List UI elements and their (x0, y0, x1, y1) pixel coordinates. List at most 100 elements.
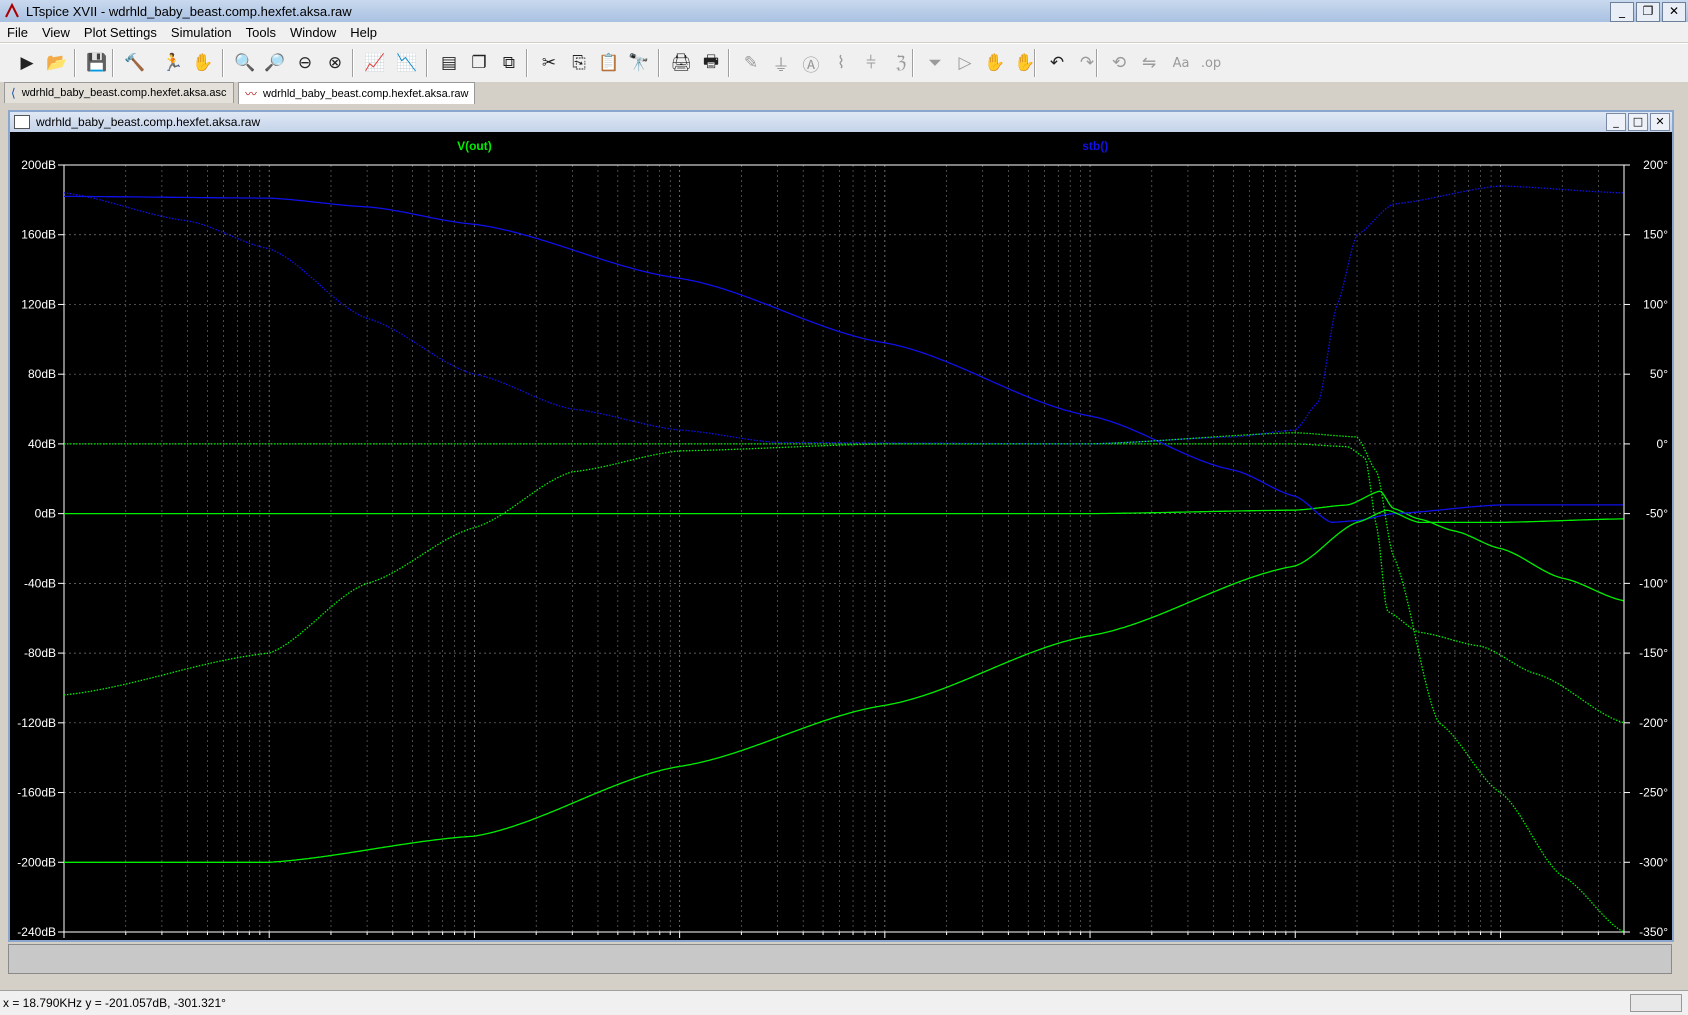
close-button[interactable]: ✕ (1662, 2, 1686, 22)
menu-help[interactable]: Help (343, 25, 384, 40)
wire-icon[interactable]: ✎ (738, 50, 764, 76)
spice-directive-icon[interactable]: .op (1198, 50, 1224, 76)
app-title-bar: LTspice XVII - wdrhld_baby_beast.comp.he… (0, 0, 1688, 23)
label-icon[interactable]: Ⓐ (798, 50, 824, 76)
plot-close-button[interactable]: ✕ (1650, 113, 1670, 131)
run-icon[interactable]: ▶ (14, 50, 40, 76)
waveform-window-title-bar: wdrhld_baby_beast.comp.hexfet.aksa.raw _… (10, 112, 1672, 132)
toolbar-separator (1034, 49, 1036, 77)
print-icon[interactable]: 🖶 (698, 50, 724, 76)
cursor-readout: x = 18.790KHz y = -201.057dB, -301.321° (3, 996, 226, 1010)
y-left-tick-label: 80dB (28, 367, 56, 381)
y-left-tick-label: 200dB (21, 158, 56, 172)
y-right-tick-label: -300° (1639, 855, 1668, 869)
toolbar-separator (426, 49, 428, 77)
window-title: LTspice XVII - wdrhld_baby_beast.comp.he… (26, 3, 352, 19)
bode-plot[interactable]: 200dB 160dB 120dB 80dB 40dB 0dB -40dB -80dB -120… (10, 132, 1672, 940)
y-left-tick-label: -40dB (24, 576, 56, 590)
halt-icon[interactable]: 🏃 (160, 50, 186, 76)
minimize-button[interactable]: _ (1610, 2, 1634, 22)
component-icon[interactable]: ▷ (952, 50, 978, 76)
menu-view[interactable]: View (35, 25, 77, 40)
plot-maximize-button[interactable]: □ (1628, 113, 1648, 131)
cascade-icon[interactable]: ❐ (466, 50, 492, 76)
document-tabs: ⟨ wdrhld_baby_beast.comp.hexfet.aksa.asc… (0, 82, 1688, 104)
resistor-icon[interactable]: ⌇ (828, 50, 854, 76)
mirror-icon[interactable]: ⇋ (1136, 50, 1162, 76)
y-left-tick-label: 120dB (21, 297, 56, 311)
waveform-icon (14, 115, 30, 129)
y-left-tick-label: -160dB (17, 786, 56, 800)
y-left-tick-label: -200dB (17, 855, 56, 869)
move-icon[interactable]: ✋ (982, 50, 1008, 76)
waveform-window: wdrhld_baby_beast.comp.hexfet.aksa.raw _… (8, 110, 1674, 942)
plot-background (10, 132, 1672, 940)
toolbar-separator (1096, 49, 1098, 77)
plot-pane-strip[interactable] (8, 944, 1672, 974)
manual-limits-icon[interactable]: 📉 (394, 50, 420, 76)
rotate-icon[interactable]: ⟲ (1106, 50, 1132, 76)
y-right-tick-label: 150° (1643, 228, 1668, 242)
y-right-tick-label: 0° (1657, 437, 1669, 451)
y-right-tick-label: -350° (1639, 925, 1668, 939)
zoom-in-icon[interactable]: 🔍 (232, 50, 258, 76)
legend-stb: stb() (1082, 139, 1108, 153)
text-icon[interactable]: Aa (1168, 50, 1194, 76)
waveform-icon: 〰 (245, 87, 258, 101)
y-right-tick-label: -150° (1639, 646, 1668, 660)
menu-file[interactable]: File (0, 25, 35, 40)
pan-icon[interactable]: ✋ (190, 50, 216, 76)
zoom-cancel-icon[interactable]: ⊗ (322, 50, 348, 76)
ltspice-logo-icon (5, 3, 19, 18)
tab-label: wdrhld_baby_beast.comp.hexfet.aksa.raw (263, 87, 469, 100)
zoom-area-icon[interactable]: 🔎 (262, 50, 288, 76)
y-right-tick-label: -50° (1646, 507, 1668, 521)
toolbar-separator (112, 49, 114, 77)
waveform-window-title: wdrhld_baby_beast.comp.hexfet.aksa.raw (36, 115, 261, 129)
y-left-tick-label: 0dB (35, 507, 56, 521)
print-setup-icon[interactable]: 🖨 (668, 50, 694, 76)
y-left-tick-label: -120dB (17, 716, 56, 730)
y-right-tick-label: -250° (1639, 786, 1668, 800)
capacitor-icon[interactable]: ⫩ (858, 50, 884, 76)
tile-horizontal-icon[interactable]: ▤ (436, 50, 462, 76)
toolbar-separator (526, 49, 528, 77)
toolbar: ▶ 📂 💾 🔨 🏃 ✋ 🔍 🔎 ⊖ ⊗ 📈 📉 ▤ ❐ ⧉ ✂ ⎘ 📋 🔭 🖨 🖶 ✎ ⏚ Ⓐ ⌇ ⫩ ℨ ⏷ ▷ ✋ ✋ ↶ ↷ ⟲ ⇋ Aa .op (0, 43, 1688, 83)
menu-tools[interactable]: Tools (239, 25, 283, 40)
undo-icon[interactable]: ↶ (1044, 50, 1070, 76)
schematic-icon: ⟨ (11, 86, 16, 100)
save-icon[interactable]: 💾 (84, 50, 110, 76)
y-right-tick-label: 100° (1643, 297, 1668, 311)
status-panel (1630, 994, 1682, 1012)
ground-icon[interactable]: ⏚ (768, 50, 794, 76)
y-right-tick-label: -200° (1639, 716, 1668, 730)
menu-bar: File View Plot Settings Simulation Tools… (0, 22, 1688, 42)
control-panel-icon[interactable]: 🔨 (122, 50, 148, 76)
y-left-tick-label: 160dB (21, 228, 56, 242)
y-left-tick-label: 40dB (28, 437, 56, 451)
open-icon[interactable]: 📂 (44, 50, 70, 76)
autorange-icon[interactable]: 📈 (362, 50, 388, 76)
paste-icon[interactable]: 📋 (596, 50, 622, 76)
toolbar-separator (728, 49, 730, 77)
menu-window[interactable]: Window (283, 25, 343, 40)
tab-schematic[interactable]: ⟨ wdrhld_baby_beast.comp.hexfet.aksa.asc (4, 82, 234, 103)
menu-plot-settings[interactable]: Plot Settings (77, 25, 164, 40)
close-windows-icon[interactable]: ⧉ (496, 50, 522, 76)
zoom-out-icon[interactable]: ⊖ (292, 50, 318, 76)
tab-waveform[interactable]: 〰 wdrhld_baby_beast.comp.hexfet.aksa.raw (238, 82, 476, 104)
diode-icon[interactable]: ⏷ (922, 50, 948, 76)
restore-button[interactable]: ❐ (1636, 2, 1660, 22)
find-icon[interactable]: 🔭 (626, 50, 652, 76)
toolbar-separator (658, 49, 660, 77)
legend-vout: V(out) (457, 139, 492, 153)
cut-icon[interactable]: ✂ (536, 50, 562, 76)
y-left-tick-label: -240dB (17, 925, 56, 939)
toolbar-separator (74, 49, 76, 77)
menu-simulation[interactable]: Simulation (164, 25, 239, 40)
y-right-tick-label: -100° (1639, 576, 1668, 590)
toolbar-separator (912, 49, 914, 77)
plot-minimize-button[interactable]: _ (1606, 113, 1626, 131)
copy-icon[interactable]: ⎘ (566, 50, 592, 76)
inductor-icon[interactable]: ℨ (888, 50, 914, 76)
